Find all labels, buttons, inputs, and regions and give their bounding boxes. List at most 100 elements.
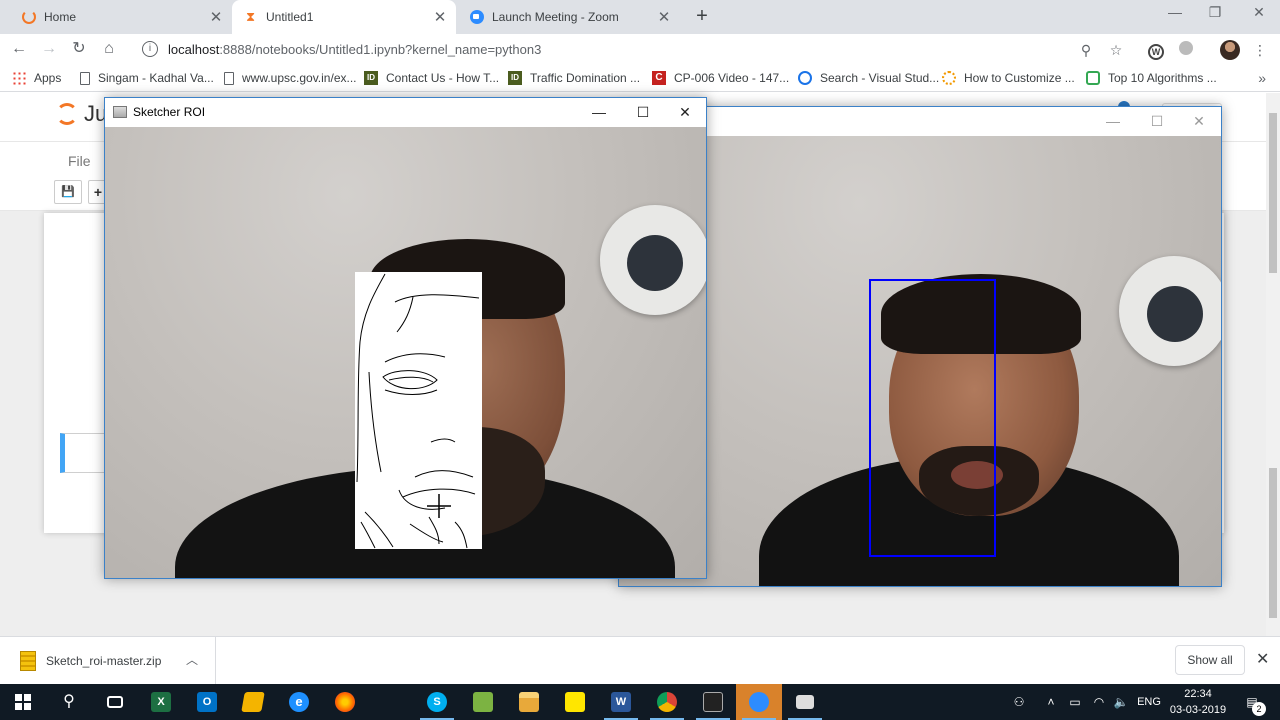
tab-zoom[interactable]: Launch Meeting - Zoom ✕ <box>456 0 680 34</box>
jupyter-favicon-icon <box>22 10 36 24</box>
bookmark-star-icon[interactable]: ☆ <box>1106 40 1126 60</box>
wordpress-extension-icon[interactable]: W <box>1146 40 1166 60</box>
info-icon[interactable]: i <box>142 41 158 57</box>
minimize-icon[interactable]: — <box>577 98 621 126</box>
tab-home[interactable]: Home ✕ <box>8 0 232 34</box>
bookmark-upsc[interactable]: www.upsc.gov.in/ex... <box>224 70 357 86</box>
start-button[interactable] <box>0 684 46 720</box>
camera-window[interactable]: — ☐ ✕ <box>618 106 1222 587</box>
wifi-icon[interactable]: ◠ <box>1090 684 1108 720</box>
sticky-notes-button[interactable] <box>552 684 598 720</box>
chevron-up-icon[interactable]: ˄ <box>1042 684 1060 720</box>
chrome-button[interactable] <box>644 684 690 720</box>
bookmark-label: Contact Us - How T... <box>386 71 500 85</box>
zoom-button[interactable] <box>736 684 782 720</box>
pinned-app-button[interactable] <box>230 684 276 720</box>
new-tab-button[interactable]: + <box>690 5 714 29</box>
zoom-icon <box>749 692 769 712</box>
reload-icon[interactable]: ↻ <box>68 38 90 60</box>
visual-studio-icon <box>798 71 812 85</box>
bookmark-singam[interactable]: Singam - Kadhal Va... <box>80 70 214 86</box>
outlook-button[interactable]: O <box>184 684 230 720</box>
firefox-icon <box>335 692 355 712</box>
bookmark-apps[interactable]: Apps <box>12 70 61 86</box>
excel-button[interactable]: X <box>138 684 184 720</box>
face-detection-box <box>869 279 996 557</box>
bookmark-label: Traffic Domination ... <box>530 71 641 85</box>
close-window-icon[interactable]: ✕ <box>1244 4 1274 24</box>
volume-icon[interactable]: 🔈 <box>1112 684 1130 720</box>
edge-button[interactable]: e <box>276 684 322 720</box>
skype-button[interactable]: S <box>414 684 460 720</box>
chevron-up-icon[interactable]: ︿ <box>186 651 198 668</box>
save-icon[interactable]: 💾 <box>54 180 82 204</box>
bookmark-visual-studio[interactable]: Search - Visual Stud... <box>798 70 939 86</box>
battery-icon[interactable]: ▭ <box>1066 684 1084 720</box>
sketcher-roi-window[interactable]: Sketcher ROI — ☐ ✕ <box>104 97 707 579</box>
skype-icon: S <box>427 692 447 712</box>
close-icon[interactable]: ✕ <box>432 8 448 26</box>
minimize-icon[interactable]: — <box>1160 4 1190 24</box>
download-item[interactable]: Sketch_roi-master.zip ︿ <box>0 637 216 685</box>
maximize-icon[interactable]: ☐ <box>1135 107 1179 135</box>
close-icon[interactable]: ✕ <box>1256 649 1269 669</box>
bookmark-algorithms[interactable]: Top 10 Algorithms ... <box>1086 70 1217 86</box>
word-icon: W <box>611 692 631 712</box>
show-all-button[interactable]: Show all <box>1175 645 1245 675</box>
bookmark-contact-us[interactable]: ID Contact Us - How T... <box>364 70 499 86</box>
scrollbar-thumb[interactable] <box>1269 113 1277 273</box>
camera-video-feed <box>619 136 1221 586</box>
download-file-name: Sketch_roi-master.zip <box>46 654 162 668</box>
address-bar[interactable]: i localhost:8888/notebooks/Untitled1.ipy… <box>132 36 1132 62</box>
menu-kebab-icon[interactable]: ⋮ <box>1250 40 1270 60</box>
bookmarks-bar: Apps Singam - Kadhal Va... www.upsc.gov.… <box>0 64 1280 92</box>
restore-icon[interactable]: ❐ <box>1200 4 1230 24</box>
close-icon[interactable]: ✕ <box>656 8 672 26</box>
menu-file[interactable]: File <box>54 146 102 176</box>
bookmark-customize[interactable]: How to Customize ... <box>942 70 1075 86</box>
close-icon[interactable]: ✕ <box>208 8 224 26</box>
close-icon[interactable]: ✕ <box>1177 107 1221 135</box>
file-explorer-button[interactable] <box>506 684 552 720</box>
extension-icon[interactable] <box>1176 40 1196 60</box>
search-button[interactable]: ⚲ <box>46 684 92 720</box>
bookmark-cp006[interactable]: C CP-006 Video - 147... <box>652 70 789 86</box>
home-icon[interactable]: ⌂ <box>98 38 120 60</box>
forward-icon[interactable]: → <box>38 38 60 60</box>
bookmark-label: Singam - Kadhal Va... <box>98 71 214 85</box>
scrollbar-thumb[interactable] <box>1269 468 1277 618</box>
tab-untitled1[interactable]: ⧗ Untitled1 ✕ <box>232 0 456 34</box>
edge-icon: e <box>289 692 309 712</box>
bookmark-traffic[interactable]: ID Traffic Domination ... <box>508 70 640 86</box>
clock-time: 22:34 <box>1184 688 1212 700</box>
hourglass-icon: ⧗ <box>246 9 256 24</box>
page-icon <box>224 71 234 85</box>
people-icon[interactable]: ⚇ <box>1008 684 1030 720</box>
page-scrollbar[interactable] <box>1266 93 1280 636</box>
firefox-button[interactable] <box>322 684 368 720</box>
back-icon[interactable]: ← <box>8 38 30 60</box>
notepad-icon <box>473 692 493 712</box>
profile-avatar[interactable] <box>1220 40 1240 60</box>
wall-device-image <box>1147 286 1203 342</box>
minimize-icon[interactable]: — <box>1091 107 1135 135</box>
notepad-button[interactable] <box>460 684 506 720</box>
bookmarks-overflow-icon[interactable]: » <box>1258 70 1266 86</box>
maximize-icon[interactable]: ☐ <box>621 98 665 126</box>
clock[interactable]: 22:34 03-03-2019 <box>1158 686 1238 718</box>
close-icon[interactable]: ✕ <box>663 98 707 126</box>
zip-file-icon <box>20 651 36 671</box>
cmd-button[interactable] <box>690 684 736 720</box>
task-view-button[interactable] <box>92 684 138 720</box>
python-window-button[interactable] <box>782 684 828 720</box>
jupyter-logo[interactable]: Ju <box>56 101 107 127</box>
bookmark-label: www.upsc.gov.in/ex... <box>242 71 357 85</box>
zoom-favicon-icon <box>470 10 484 24</box>
word-button[interactable]: W <box>598 684 644 720</box>
bookmark-label: CP-006 Video - 147... <box>674 71 790 85</box>
wall-device-image <box>627 235 683 291</box>
windows-taskbar: ⚲ X O e S W ⚇ ˄ ▭ ◠ 🔈 ENG 22:34 03-03-20… <box>0 684 1280 720</box>
excel-icon: X <box>151 692 171 712</box>
bookmark-label: Top 10 Algorithms ... <box>1108 71 1217 85</box>
zoom-magnifier-icon[interactable]: ⚲ <box>1076 40 1096 60</box>
